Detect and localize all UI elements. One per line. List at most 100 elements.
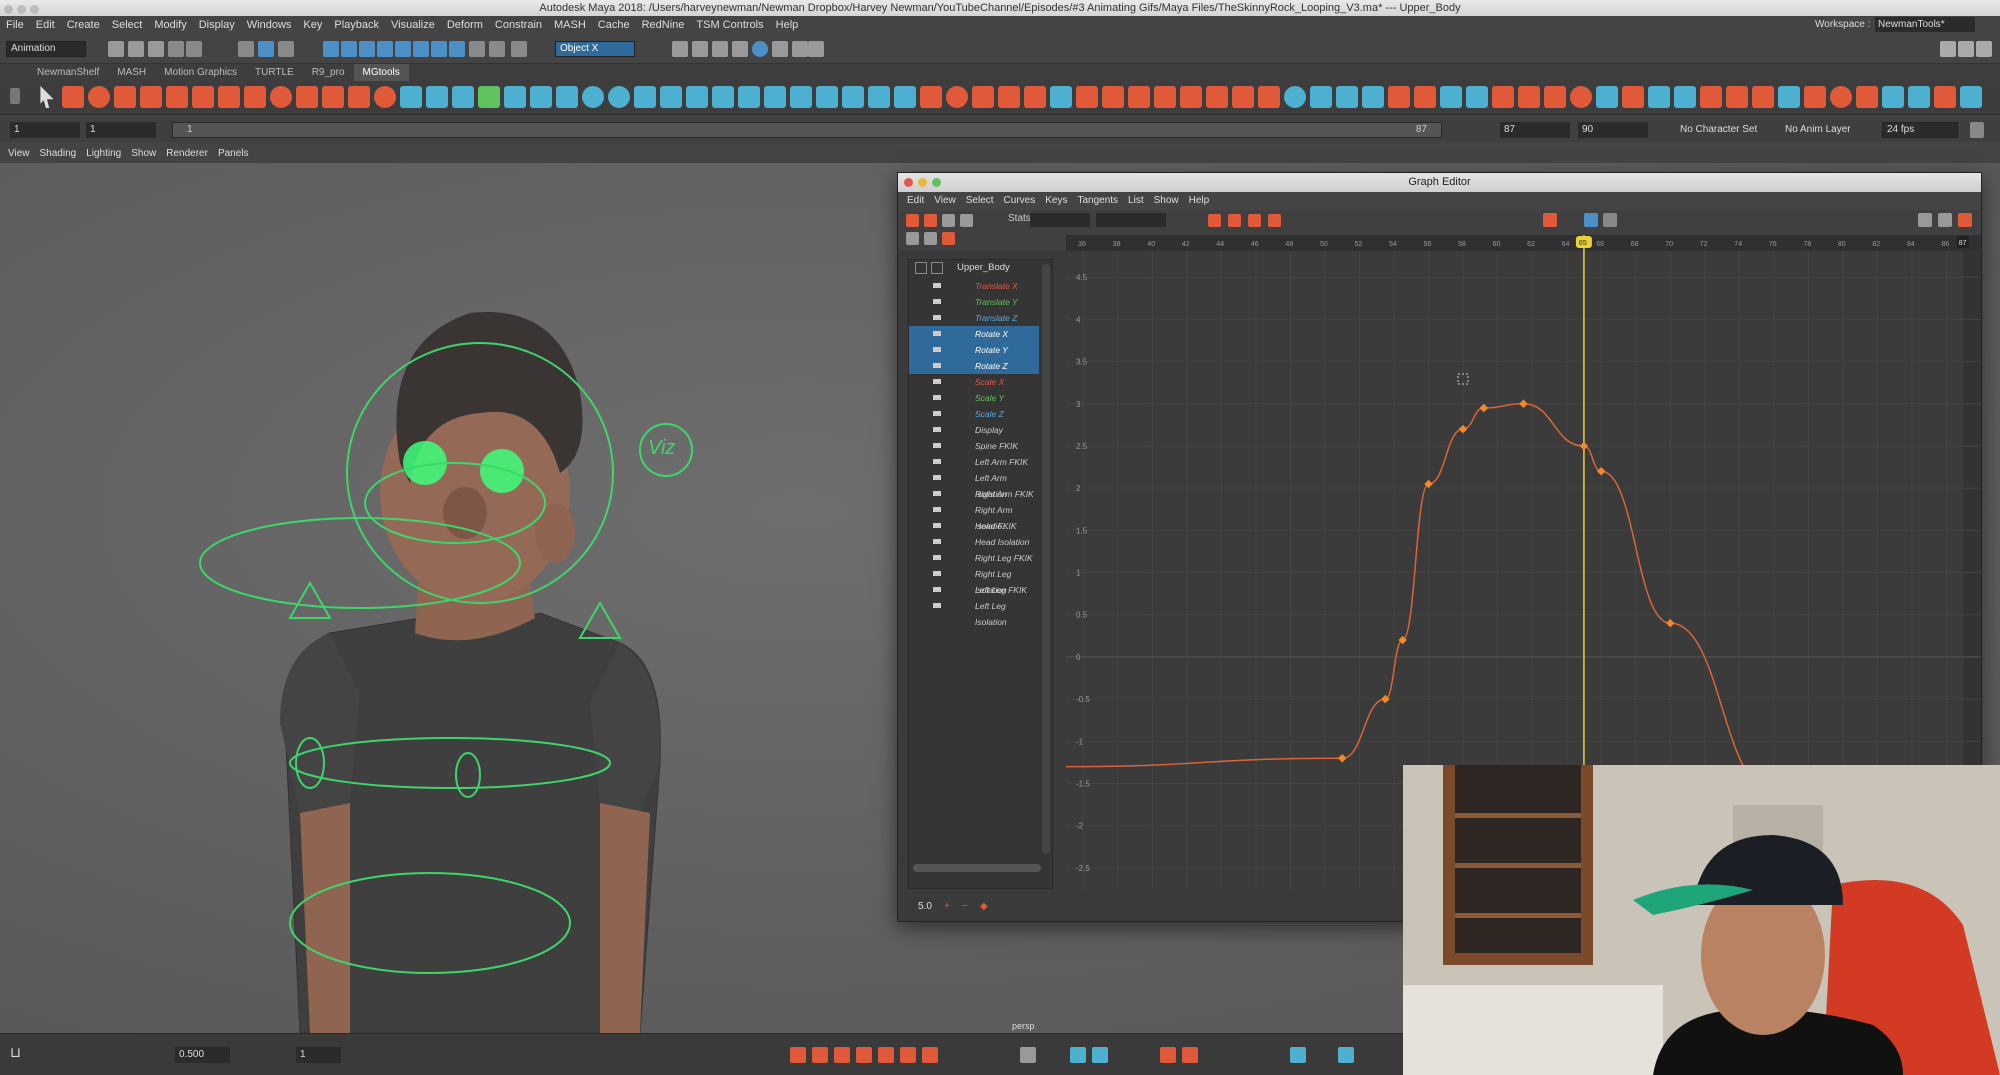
menu-create[interactable]: Create (61, 16, 106, 34)
ge-list-icon[interactable] (1938, 213, 1952, 227)
menu-tsm-controls[interactable]: TSM Controls (690, 16, 769, 34)
lollipop-icon[interactable] (1570, 86, 1592, 108)
close-window-icon[interactable] (904, 178, 913, 187)
character-set-dropdown[interactable]: No Character Set (1680, 122, 1757, 138)
magnify-icon[interactable] (608, 86, 630, 108)
channel-item[interactable]: Left Leg Isolation (909, 598, 1039, 627)
mgtools-logo-icon[interactable] (62, 86, 84, 108)
step-value-field[interactable]: 0.500 (175, 1047, 230, 1063)
tool-c-icon[interactable] (1160, 1047, 1176, 1063)
channel-item[interactable]: Display (909, 422, 1039, 438)
flip-icon[interactable] (868, 86, 890, 108)
shelf-tab-motion-graphics[interactable]: Motion Graphics (155, 64, 246, 81)
panel-menu-panels[interactable]: Panels (213, 145, 254, 163)
menu-constrain[interactable]: Constrain (489, 16, 548, 34)
network-icon[interactable] (1310, 86, 1332, 108)
panel-menu-show[interactable]: Show (126, 145, 161, 163)
attribute-editor-icon[interactable] (1958, 41, 1974, 57)
frame-step-field[interactable]: 1 (296, 1047, 341, 1063)
panel-menu-lighting[interactable]: Lighting (81, 145, 126, 163)
fk-icon[interactable] (1180, 86, 1202, 108)
mirror-icon[interactable] (790, 86, 812, 108)
pause-icon[interactable] (808, 41, 824, 57)
curve-edit-icon[interactable] (1752, 86, 1774, 108)
ge-menu-view[interactable]: View (929, 192, 961, 210)
render-view-icon[interactable] (772, 41, 788, 57)
bulb-icon[interactable] (374, 86, 396, 108)
construction-history-icon[interactable] (511, 41, 527, 57)
uv-icon[interactable] (556, 86, 578, 108)
hook-icon[interactable] (1466, 86, 1488, 108)
object-field[interactable]: Object X (555, 41, 635, 57)
reset-icon[interactable] (166, 86, 188, 108)
cloud-icon[interactable] (1362, 86, 1384, 108)
outliner-vscrollbar[interactable] (1042, 264, 1050, 854)
retime-icon[interactable] (452, 86, 474, 108)
shf-tools-icon[interactable] (296, 86, 318, 108)
workspace-selector[interactable]: NewmanTools* (1875, 17, 1975, 32)
needle-icon[interactable] (1726, 86, 1748, 108)
open-scene-icon[interactable] (128, 41, 144, 57)
tool-d-icon[interactable] (1182, 1047, 1198, 1063)
ipr-render-icon[interactable] (712, 41, 728, 57)
marker-icon[interactable] (1102, 86, 1124, 108)
ge-menu-list[interactable]: List (1123, 192, 1149, 210)
channel-item[interactable]: Head FKIK (909, 518, 1039, 534)
one-icon[interactable] (244, 86, 266, 108)
shelf-tab-newmanshelf[interactable]: NewmanShelf (28, 64, 108, 81)
playback-options-icon[interactable] (1970, 122, 1984, 138)
nodes-icon[interactable] (1336, 86, 1358, 108)
ge-tangent-spline-icon[interactable] (1208, 214, 1221, 227)
ge-menu-keys[interactable]: Keys (1040, 192, 1072, 210)
channel-item[interactable]: Left Leg FKIK (909, 582, 1039, 598)
ge-buffer-icon[interactable] (1584, 213, 1598, 227)
reloc-icon[interactable] (1674, 86, 1696, 108)
tool-b-icon[interactable] (1092, 1047, 1108, 1063)
mg-picker-icon[interactable] (88, 86, 110, 108)
ge-menu-tangents[interactable]: Tangents (1072, 192, 1123, 210)
symmetry-icon[interactable] (449, 41, 465, 57)
magnet-icon[interactable]: ⊔ (10, 1044, 21, 1061)
ge-frame-icon[interactable] (960, 214, 973, 227)
thumbnail-icon[interactable] (1020, 1047, 1036, 1063)
panel-menu-view[interactable]: View (3, 145, 35, 163)
channel-item[interactable]: Head Isolation (909, 534, 1039, 550)
ge-move-key-icon[interactable] (906, 214, 919, 227)
branch-icon[interactable] (1440, 86, 1462, 108)
ge-auto-key-icon[interactable] (1543, 213, 1557, 227)
bracket-icon[interactable] (842, 86, 864, 108)
channel-item[interactable]: Rotate X (909, 326, 1039, 342)
menu-edit[interactable]: Edit (30, 16, 61, 34)
menu-rednine[interactable]: RedNine (636, 16, 691, 34)
shelf-tab-r9-pro[interactable]: R9_pro (303, 64, 354, 81)
shelf-tab-mgtools[interactable]: MGtools (353, 64, 409, 81)
new-scene-icon[interactable] (108, 41, 124, 57)
channel-item[interactable]: Right Leg Isolation (909, 566, 1039, 595)
cnt-icon[interactable] (478, 86, 500, 108)
globe-icon[interactable] (582, 86, 604, 108)
ge-menu-select[interactable]: Select (961, 192, 999, 210)
ge-filter-icon[interactable] (942, 232, 955, 245)
brush-icon[interactable] (998, 86, 1020, 108)
ge-menu-help[interactable]: Help (1184, 192, 1215, 210)
bake-icon[interactable] (1388, 86, 1410, 108)
channel-item[interactable]: Scale X (909, 374, 1039, 390)
ge-menu-curves[interactable]: Curves (999, 192, 1041, 210)
pose-icon[interactable] (348, 86, 370, 108)
ge-xyz-filter-b-icon[interactable] (924, 232, 937, 245)
start-frame-field[interactable]: 1 (10, 122, 80, 138)
range-slider[interactable]: 1 87 (172, 122, 1442, 138)
snap-view-icon[interactable] (377, 41, 393, 57)
menuset-dropdown[interactable]: Animation (6, 41, 86, 57)
paint-icon[interactable] (1076, 86, 1098, 108)
forward-icon[interactable] (1258, 86, 1280, 108)
ge-menu-show[interactable]: Show (1149, 192, 1184, 210)
tool-a-icon[interactable] (1070, 1047, 1086, 1063)
channel-item[interactable]: Rotate Z (909, 358, 1039, 374)
bars-icon[interactable] (660, 86, 682, 108)
outliner-collapse-icon[interactable] (915, 262, 927, 274)
channel-item[interactable]: Translate Z (909, 310, 1039, 326)
snap-surface-icon[interactable] (395, 41, 411, 57)
tangent-step-icon[interactable] (856, 1047, 872, 1063)
channel-item[interactable]: Right Leg FKIK (909, 550, 1039, 566)
